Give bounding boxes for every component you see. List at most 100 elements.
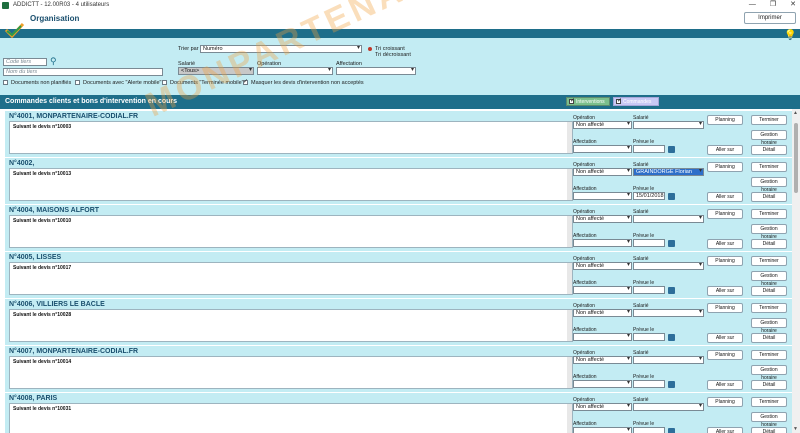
maximize-icon[interactable]: ❐: [770, 0, 776, 10]
tri-croissant-radio[interactable]: [368, 47, 372, 51]
print-button[interactable]: Imprimer: [744, 12, 796, 24]
affectation-select[interactable]: [573, 286, 632, 294]
close-icon[interactable]: ✕: [790, 0, 796, 10]
salarie-select[interactable]: [633, 309, 704, 317]
terminer-button[interactable]: Terminer: [751, 303, 787, 313]
commandes-toggle[interactable]: Commandes: [613, 97, 659, 106]
salarie-select[interactable]: <Tous>: [178, 67, 254, 75]
lightbulb-icon[interactable]: 💡: [784, 30, 796, 41]
terminer-button[interactable]: Terminer: [751, 350, 787, 360]
description-scrollbar[interactable]: [567, 216, 572, 247]
salarie-select[interactable]: [633, 262, 704, 270]
prevue-le-input[interactable]: [633, 427, 665, 433]
scroll-down-icon[interactable]: ▼: [793, 426, 798, 432]
planning-button[interactable]: Planning: [707, 115, 743, 125]
aller-sur-button[interactable]: Aller sur: [707, 286, 743, 296]
gestion-horaire-button[interactable]: Gestion horaire: [751, 318, 787, 334]
calendar-icon[interactable]: [668, 240, 675, 247]
terminer-button[interactable]: Terminer: [751, 115, 787, 125]
description-scrollbar[interactable]: [567, 263, 572, 294]
terminee-mobile-checkbox[interactable]: [162, 80, 167, 85]
code-tiers-input[interactable]: Code tiers: [3, 58, 47, 66]
order-description[interactable]: Suivant le devis n°10017: [9, 262, 573, 295]
planning-button[interactable]: Planning: [707, 162, 743, 172]
minimize-icon[interactable]: —: [749, 0, 756, 10]
detail-button[interactable]: Détail: [751, 333, 787, 343]
aller-sur-button[interactable]: Aller sur: [707, 427, 743, 433]
operation-select[interactable]: Non affecté: [573, 215, 632, 223]
aller-sur-button[interactable]: Aller sur: [707, 239, 743, 249]
terminer-button[interactable]: Terminer: [751, 162, 787, 172]
prevue-le-input[interactable]: [633, 286, 665, 294]
operation-select[interactable]: Non affecté: [573, 356, 632, 364]
operation-select[interactable]: Non affecté: [573, 403, 632, 411]
planning-button[interactable]: Planning: [707, 350, 743, 360]
gestion-horaire-button[interactable]: Gestion horaire: [751, 412, 787, 428]
calendar-icon[interactable]: [668, 334, 675, 341]
prevue-le-input[interactable]: 15/01/2018: [633, 192, 665, 200]
scroll-up-icon[interactable]: ▲: [793, 110, 798, 116]
calendar-icon[interactable]: [668, 428, 675, 433]
gestion-horaire-button[interactable]: Gestion horaire: [751, 177, 787, 193]
scroll-thumb[interactable]: [794, 123, 798, 193]
salarie-select[interactable]: [633, 215, 704, 223]
list-scrollbar[interactable]: ▲ ▼: [792, 109, 800, 433]
operation-select[interactable]: Non affecté: [573, 121, 632, 129]
order-description[interactable]: Suivant le devis n°10010: [9, 215, 573, 248]
planning-button[interactable]: Planning: [707, 256, 743, 266]
order-description[interactable]: Suivant le devis n°10003: [9, 121, 573, 154]
affectation-select[interactable]: [573, 192, 632, 200]
nom-tiers-input[interactable]: Nom du tiers: [3, 68, 163, 76]
planning-button[interactable]: Planning: [707, 303, 743, 313]
affectation-select[interactable]: [573, 333, 632, 341]
detail-button[interactable]: Détail: [751, 286, 787, 296]
prevue-le-input[interactable]: [633, 333, 665, 341]
prevue-le-input[interactable]: [633, 239, 665, 247]
detail-button[interactable]: Détail: [751, 192, 787, 202]
terminer-button[interactable]: Terminer: [751, 256, 787, 266]
operation-select[interactable]: Non affecté: [573, 262, 632, 270]
aller-sur-button[interactable]: Aller sur: [707, 145, 743, 155]
detail-button[interactable]: Détail: [751, 239, 787, 249]
description-scrollbar[interactable]: [567, 404, 572, 433]
alerte-mobile-checkbox[interactable]: [75, 80, 80, 85]
terminer-button[interactable]: Terminer: [751, 397, 787, 407]
trier-par-select[interactable]: Numéro: [200, 45, 362, 53]
operation-select[interactable]: Non affecté: [573, 309, 632, 317]
affectation-select[interactable]: [573, 380, 632, 388]
masquer-devis-checkbox[interactable]: [243, 78, 248, 85]
planning-button[interactable]: Planning: [707, 397, 743, 407]
salarie-select[interactable]: [633, 356, 704, 364]
order-description[interactable]: Suivant le devis n°10031: [9, 403, 573, 433]
affectation-select[interactable]: [573, 427, 632, 433]
gestion-horaire-button[interactable]: Gestion horaire: [751, 271, 787, 287]
planning-button[interactable]: Planning: [707, 209, 743, 219]
operation-select[interactable]: [257, 67, 333, 75]
affectation-select[interactable]: [573, 239, 632, 247]
calendar-icon[interactable]: [668, 193, 675, 200]
salarie-select[interactable]: GRAINDORGE Florian: [633, 168, 704, 176]
search-icon[interactable]: ⚲: [50, 56, 57, 67]
description-scrollbar[interactable]: [567, 357, 572, 388]
aller-sur-button[interactable]: Aller sur: [707, 333, 743, 343]
detail-button[interactable]: Détail: [751, 145, 787, 155]
order-description[interactable]: Suivant le devis n°10028: [9, 309, 573, 342]
prevue-le-input[interactable]: [633, 380, 665, 388]
description-scrollbar[interactable]: [567, 310, 572, 341]
detail-button[interactable]: Détail: [751, 380, 787, 390]
gestion-horaire-button[interactable]: Gestion horaire: [751, 365, 787, 381]
calendar-icon[interactable]: [668, 381, 675, 388]
prevue-le-input[interactable]: [633, 145, 665, 153]
gestion-horaire-button[interactable]: Gestion horaire: [751, 224, 787, 240]
calendar-icon[interactable]: [668, 287, 675, 294]
gestion-horaire-button[interactable]: Gestion horaire: [751, 130, 787, 146]
aller-sur-button[interactable]: Aller sur: [707, 192, 743, 202]
salarie-select[interactable]: [633, 403, 704, 411]
salarie-select[interactable]: [633, 121, 704, 129]
affectation-select[interactable]: [336, 67, 416, 75]
terminer-button[interactable]: Terminer: [751, 209, 787, 219]
order-description[interactable]: Suivant le devis n°10014: [9, 356, 573, 389]
non-planifiee-checkbox[interactable]: [3, 80, 8, 85]
calendar-icon[interactable]: [668, 146, 675, 153]
operation-select[interactable]: Non affecté: [573, 168, 632, 176]
